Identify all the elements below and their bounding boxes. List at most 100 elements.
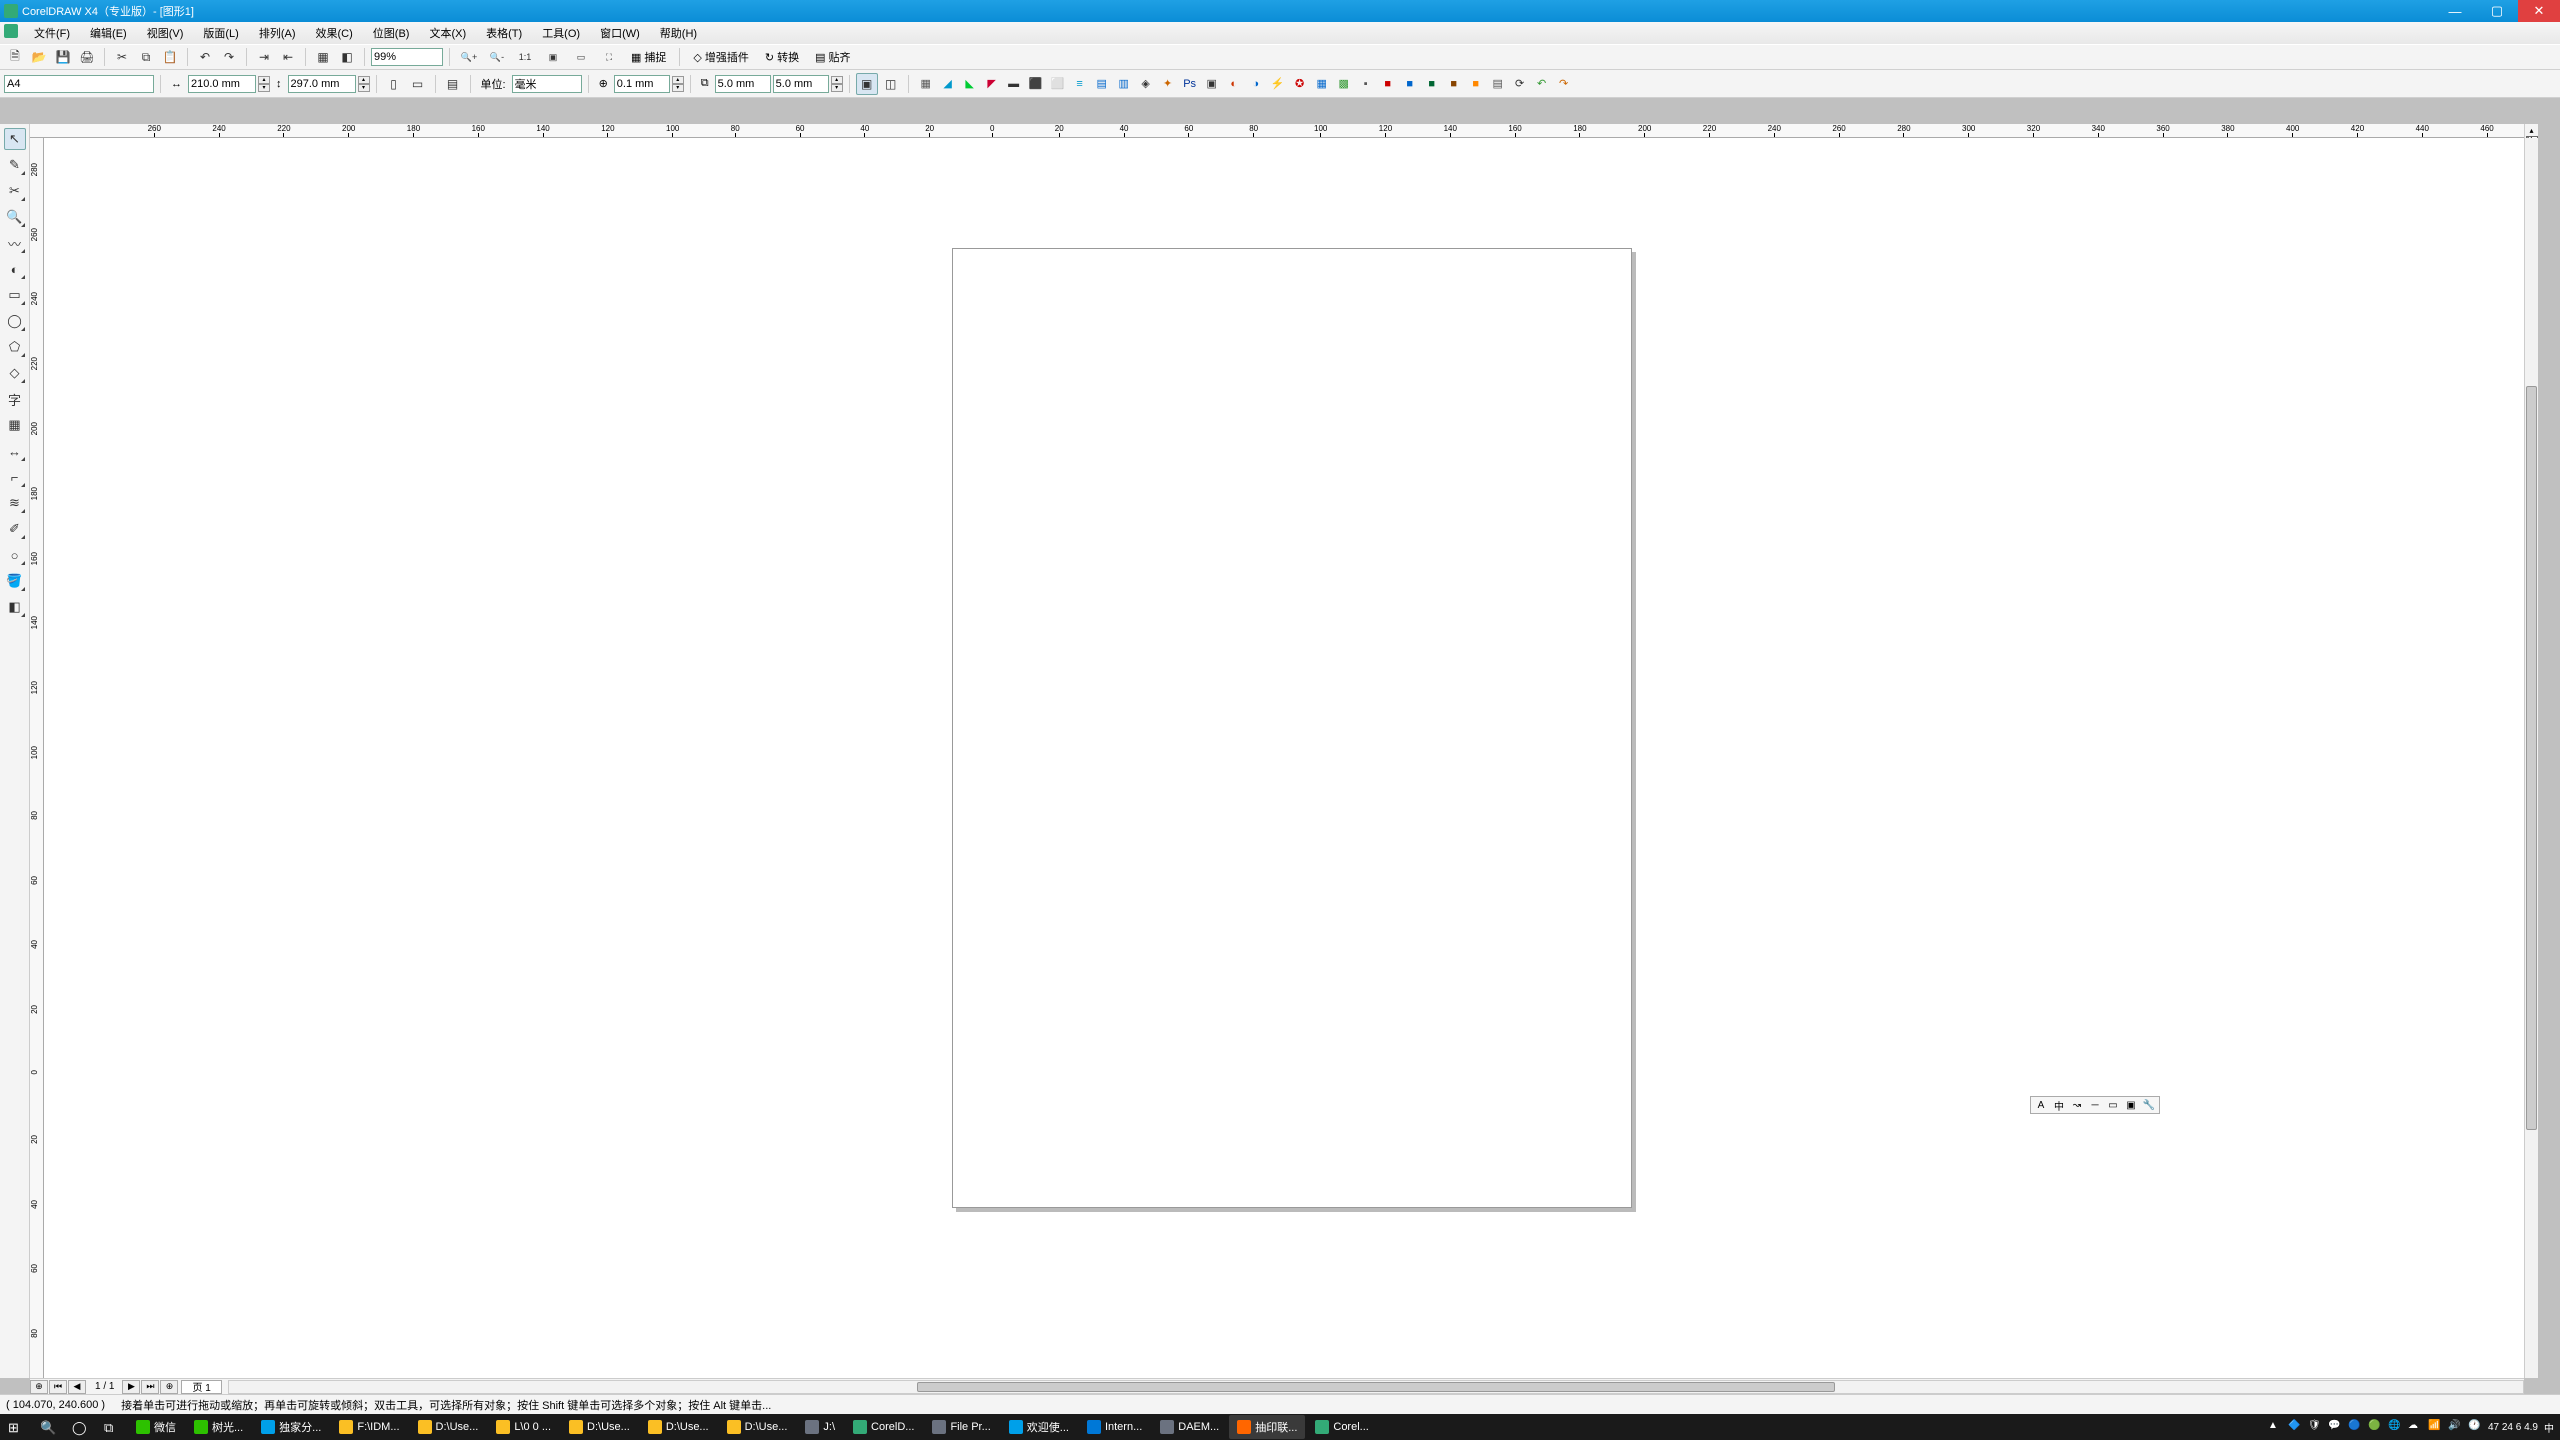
copy-icon[interactable]: ⧉ — [135, 46, 157, 68]
taskbar-taskview[interactable]: ⧉ — [96, 1415, 126, 1439]
page-add-left-button[interactable]: ⊕ — [30, 1380, 48, 1394]
ext-tool-20[interactable]: ▪ — [1355, 73, 1377, 95]
polygon-tool[interactable]: ⬠ — [4, 336, 26, 358]
page-width-input[interactable] — [188, 75, 256, 93]
smart-fill-tool[interactable]: ◐ — [4, 258, 26, 280]
ext-tool-18[interactable]: ▦ — [1311, 72, 1333, 94]
ext-tool-14[interactable]: ◐ — [1223, 73, 1245, 95]
transform-button[interactable]: ↻转换 — [758, 46, 806, 68]
dup-h-input[interactable] — [715, 75, 771, 93]
menu-a[interactable]: 排列(A) — [249, 22, 306, 44]
dup-spinner[interactable]: ▴▾ — [831, 76, 843, 92]
zoom-tool[interactable]: 🔍 — [4, 206, 26, 228]
minimize-button[interactable]: — — [2434, 0, 2476, 22]
paste-icon[interactable]: 📋 — [159, 46, 181, 68]
landscape-button[interactable]: ▭ — [407, 73, 429, 95]
ext-tool-10[interactable]: ◈ — [1135, 72, 1157, 94]
menu-o[interactable]: 工具(O) — [532, 22, 590, 44]
zoom-100-icon[interactable]: 1:1 — [512, 46, 538, 68]
mini-toolbar[interactable]: A中↝─▭▣🔧 — [2030, 1096, 2160, 1114]
ext-tool-8[interactable]: ▤ — [1091, 72, 1113, 94]
ext-tool-24[interactable]: ■ — [1443, 73, 1465, 95]
ext-tool-3[interactable]: ◤ — [981, 72, 1003, 94]
ext-tool-29[interactable]: ↷ — [1553, 72, 1575, 94]
units-select[interactable] — [512, 75, 582, 93]
taskbar-app5[interactable]: L\0 0 ... — [488, 1415, 559, 1439]
ext-tool-16[interactable]: ⚡ — [1267, 72, 1289, 94]
freehand-tool[interactable]: 〰 — [4, 232, 26, 254]
treat-as-filled-button[interactable]: ▣ — [856, 73, 878, 95]
fill-tool[interactable]: 🪣 — [4, 570, 26, 592]
curve-icon[interactable]: ↝ — [2069, 1097, 2085, 1113]
text-tool[interactable]: 字 — [4, 388, 26, 410]
system-tray[interactable]: ▲🔷🛡💬🔵🟢🌐☁📶🔊🕐47 24 6 4.9中 — [2268, 1420, 2560, 1435]
vertical-scrollbar[interactable] — [2524, 138, 2538, 1378]
open-icon[interactable]: 📂 — [28, 46, 50, 68]
interactive-blend-tool[interactable]: ≋ — [4, 492, 26, 514]
all-pages-button[interactable]: ▤ — [442, 73, 464, 95]
print-icon[interactable]: 🖨 — [76, 46, 98, 68]
menu-b[interactable]: 位图(B) — [363, 22, 420, 44]
ext-tool-7[interactable]: ≡ — [1069, 73, 1091, 95]
ext-tool-12[interactable]: Ps — [1179, 73, 1201, 95]
outline-tool[interactable]: ○ — [4, 544, 26, 566]
height-spinner[interactable]: ▴▾ — [358, 76, 370, 92]
ext-tool-19[interactable]: ▩ — [1333, 72, 1355, 94]
taskbar-daemon[interactable]: DAEM... — [1152, 1415, 1227, 1439]
eyedropper-tool[interactable]: ✐ — [4, 518, 26, 540]
taskbar-coreldraw2[interactable]: Corel... — [1307, 1415, 1376, 1439]
ellipse-tool[interactable]: ◯ — [4, 310, 26, 332]
menu-f[interactable]: 文件(F) — [24, 22, 80, 44]
taskbar-app3[interactable]: F:\IDM... — [331, 1415, 407, 1439]
menu-l[interactable]: 版面(L) — [193, 22, 248, 44]
convert-icon[interactable]: 中 — [2051, 1097, 2067, 1113]
welcome-icon[interactable]: ◧ — [336, 46, 358, 68]
page-tab[interactable]: 页 1 — [181, 1380, 221, 1394]
basic-shapes-tool[interactable]: ◇ — [4, 362, 26, 384]
menu-h[interactable]: 帮助(H) — [650, 22, 707, 44]
dimension-tool[interactable]: ↔ — [4, 440, 26, 462]
page[interactable] — [952, 248, 1632, 1208]
dup-v-input[interactable] — [773, 75, 829, 93]
ext-tool-1[interactable]: ◢ — [937, 72, 959, 94]
taskbar-app6[interactable]: D:\Use... — [561, 1415, 638, 1439]
zoom-in-icon[interactable]: 🔍+ — [456, 46, 482, 68]
page-add-right-button[interactable]: ⊕ — [160, 1380, 178, 1394]
taskbar-fileprops[interactable]: File Pr... — [924, 1415, 998, 1439]
menu-w[interactable]: 窗口(W) — [590, 22, 650, 44]
redo-icon[interactable]: ↷ — [218, 46, 240, 68]
new-icon[interactable]: 🗎 — [4, 46, 26, 68]
ext-tool-25[interactable]: ■ — [1465, 73, 1487, 95]
line-icon[interactable]: ─ — [2087, 1097, 2103, 1113]
taskbar-app8[interactable]: D:\Use... — [719, 1415, 796, 1439]
ext-tool-17[interactable]: ✪ — [1289, 72, 1311, 94]
taskbar-coreldraw1[interactable]: CorelD... — [845, 1415, 922, 1439]
taskbar-search[interactable]: 🔍 — [32, 1415, 62, 1439]
ext-tool-4[interactable]: ▬ — [1003, 73, 1025, 95]
taskbar-app1[interactable]: 树光... — [186, 1415, 251, 1439]
portrait-button[interactable]: ▯ — [383, 73, 405, 95]
last-page-button[interactable]: ⏭ — [141, 1380, 159, 1394]
undo-icon[interactable]: ↶ — [194, 46, 216, 68]
save-icon[interactable]: 💾 — [52, 46, 74, 68]
zoom-page-icon[interactable]: ▭ — [568, 46, 594, 68]
import-icon[interactable]: ⇥ — [253, 46, 275, 68]
prev-page-button[interactable]: ◀ — [68, 1380, 86, 1394]
ext-tool-27[interactable]: ⟳ — [1509, 72, 1531, 94]
taskbar-start[interactable]: ⊞ — [0, 1415, 30, 1439]
zoom-level-input[interactable] — [371, 48, 443, 66]
menu-v[interactable]: 视图(V) — [137, 22, 194, 44]
enhance-plugin-button[interactable]: ◇增强插件 — [686, 46, 755, 68]
rect-icon[interactable]: ▭ — [2105, 1097, 2121, 1113]
ext-tool-22[interactable]: ■ — [1399, 73, 1421, 95]
export-icon[interactable]: ⇤ — [277, 46, 299, 68]
interactive-fill-tool[interactable]: ◧ — [4, 596, 26, 618]
ext-tool-6[interactable]: ⬜ — [1047, 72, 1069, 94]
connector-tool[interactable]: ⌐ — [4, 466, 26, 488]
ext-tool-15[interactable]: ◑ — [1245, 73, 1267, 95]
ext-tool-26[interactable]: ▤ — [1487, 72, 1509, 94]
wrench-icon[interactable]: 🔧 — [2141, 1097, 2157, 1113]
maximize-button[interactable]: ▢ — [2476, 0, 2518, 22]
zoom-out-icon[interactable]: 🔍- — [484, 46, 510, 68]
nudge-spinner[interactable]: ▴▾ — [672, 76, 684, 92]
